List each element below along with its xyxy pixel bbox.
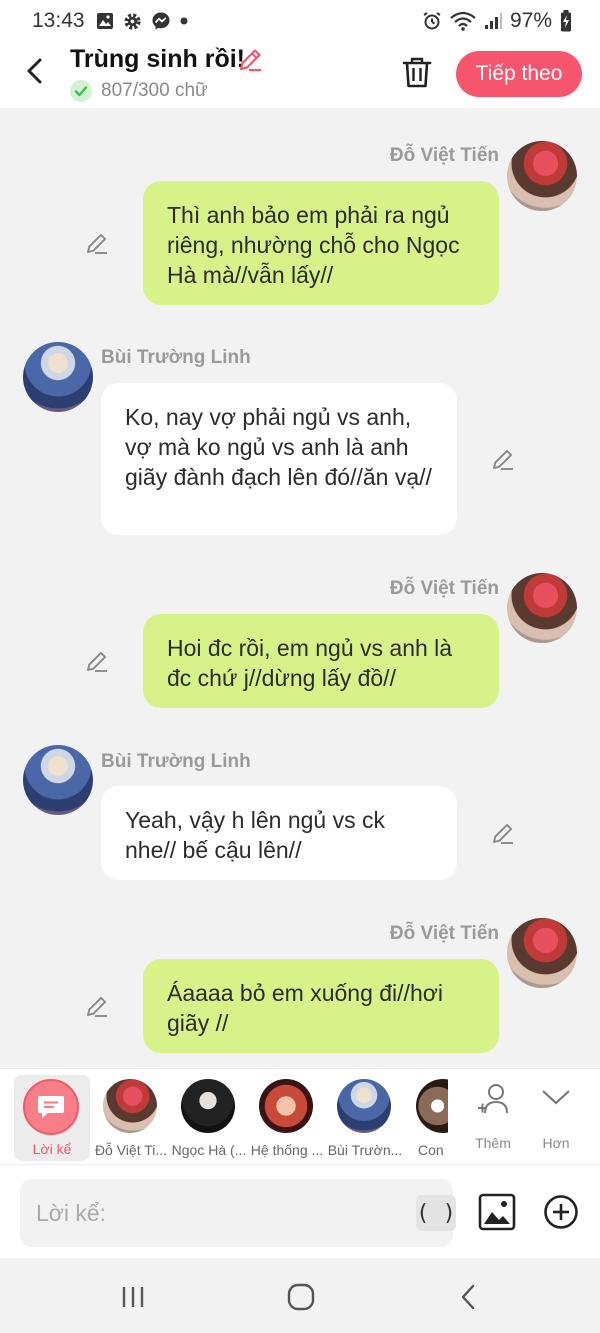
add-character-button[interactable]: Thêm [463, 1077, 523, 1163]
trash-icon[interactable] [401, 55, 433, 89]
narration-input-box: ( ) [20, 1179, 456, 1247]
character-avatar [337, 1079, 391, 1133]
editor-header: Trùng sinh rồi! 807/300 chữ Tiếp theo [0, 42, 600, 108]
edit-title-icon[interactable] [236, 46, 264, 74]
gear-icon [124, 12, 141, 30]
character-item[interactable]: Hệ thống ... [248, 1075, 324, 1161]
message-bubble[interactable]: Áaaaa bỏ em xuống đi//hơi giãy // [143, 959, 499, 1053]
recent-apps-icon[interactable] [118, 1282, 148, 1312]
character-item[interactable]: Ngọc Hà (... [170, 1075, 246, 1161]
character-name: Bùi Trườn... [327, 1142, 403, 1158]
character-avatar [259, 1079, 313, 1133]
character-avatar [103, 1079, 157, 1133]
character-avatar [416, 1079, 448, 1133]
sender-name: Bùi Trường Linh [101, 347, 251, 368]
more-label: Hơn [542, 1135, 570, 1151]
avatar-bui-truong-linh[interactable] [23, 342, 93, 412]
message-bubble[interactable]: Ko, nay vợ phải ngủ vs anh, vợ mà ko ngủ… [101, 383, 457, 535]
character-item[interactable]: Bùi Trườn... [326, 1075, 402, 1161]
home-icon[interactable] [286, 1282, 316, 1312]
chat-thread: Đỗ Việt Tiến Thì anh bảo em phải ra ngủ … [0, 108, 600, 1068]
battery-charging-icon [561, 10, 571, 32]
narration-input[interactable] [36, 1197, 396, 1229]
status-system-icons: 97% [422, 9, 572, 33]
speech-bubble-icon [38, 1096, 64, 1118]
input-row: ( ) [0, 1164, 600, 1258]
character-item[interactable]: Con [406, 1075, 448, 1161]
character-name: Ngọc Hà (... [171, 1142, 247, 1158]
message-bubble[interactable]: Thì anh bảo em phải ra ngủ riêng, nhường… [143, 181, 499, 305]
sender-name: Đỗ Việt Tiến [389, 145, 499, 166]
add-character-label: Thêm [475, 1135, 511, 1151]
parentheses-button[interactable]: ( ) [416, 1195, 456, 1231]
signal-icon [484, 13, 502, 29]
edit-message-icon[interactable] [490, 820, 516, 846]
add-person-icon [478, 1084, 508, 1114]
edit-message-icon[interactable] [84, 648, 110, 674]
status-notification-icons [96, 11, 188, 31]
edit-message-icon[interactable] [84, 993, 110, 1019]
alarm-icon [423, 12, 441, 30]
wifi-icon [450, 11, 476, 31]
avatar-do-viet-tien[interactable] [507, 918, 577, 988]
more-button[interactable]: Hơn [526, 1077, 586, 1163]
next-button[interactable]: Tiếp theo [456, 51, 582, 97]
avatar-do-viet-tien[interactable] [507, 573, 577, 643]
word-count: 807/300 chữ [101, 80, 208, 101]
message-bubble[interactable]: Hoi đc rồi, em ngủ vs anh là đc chứ j//d… [143, 614, 499, 708]
add-circle-icon[interactable] [543, 1194, 579, 1230]
messenger-icon [152, 12, 170, 30]
message-bubble[interactable]: Yeah, vậy h lên ngủ vs ck nhe// bế cậu l… [101, 786, 457, 880]
story-title: Trùng sinh rồi! [70, 45, 245, 73]
character-avatar [181, 1079, 235, 1133]
character-bar: Lời kể Đỗ Việt Ti... Ngọc Hà (... Hệ thố… [0, 1068, 600, 1164]
sender-name: Đỗ Việt Tiến [389, 923, 499, 944]
gallery-icon [97, 13, 113, 29]
check-circle-icon [70, 80, 92, 102]
narrator-avatar [23, 1079, 79, 1135]
sender-name: Bùi Trường Linh [101, 751, 251, 772]
character-name: Con [418, 1142, 444, 1158]
sender-name: Đỗ Việt Tiến [389, 578, 499, 599]
narrator-label: Lời kể [32, 1141, 72, 1157]
system-nav-bar [0, 1258, 600, 1333]
status-time: 13:43 [32, 9, 85, 32]
avatar-bui-truong-linh[interactable] [23, 745, 93, 815]
character-name: Hệ thống ... [250, 1142, 324, 1158]
character-name: Đỗ Việt Ti... [94, 1142, 168, 1158]
status-bar: 13:43 97% [0, 0, 600, 42]
narrator-tab[interactable]: Lời kể [14, 1075, 90, 1161]
image-icon[interactable] [478, 1193, 516, 1231]
avatar-do-viet-tien[interactable] [507, 141, 577, 211]
battery-percent: 97% [509, 9, 552, 32]
chevron-down-icon [542, 1090, 570, 1105]
dot-icon [180, 17, 188, 25]
character-item[interactable]: Đỗ Việt Ti... [92, 1075, 168, 1161]
edit-message-icon[interactable] [490, 446, 516, 472]
back-arrow-icon[interactable] [20, 54, 50, 88]
edit-message-icon[interactable] [84, 230, 110, 256]
back-nav-icon[interactable] [454, 1282, 484, 1312]
